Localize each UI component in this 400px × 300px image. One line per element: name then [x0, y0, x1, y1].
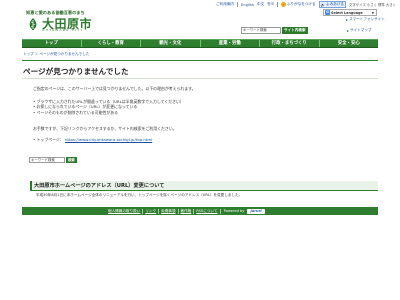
reason-list: • ブラウザに入力されたURLが間違っている（URLは半角英数字で入力してくださ… [33, 99, 184, 115]
font-large-button[interactable]: 大きく [386, 2, 396, 7]
footer-link-privacy[interactable]: 個人情報の取り扱い [106, 208, 144, 214]
footer-link-copyright[interactable]: 著作権 [179, 208, 195, 214]
furigana-icon [280, 2, 286, 7]
nav-item-government[interactable]: 行政・まちづくり [260, 40, 320, 47]
site-search: キーワード検索 サイト内検索 [241, 27, 308, 34]
guide-link[interactable]: ご利用案内 [216, 2, 234, 7]
chinese-link[interactable]: 中文 [257, 2, 264, 7]
footer-link-disclaimer[interactable]: 免責事項 [159, 208, 179, 214]
powered-by-label: Powered by [223, 209, 245, 213]
nav-item-tourism[interactable]: 観光・文化 [141, 40, 201, 47]
chevron-down-icon: ▼ [371, 10, 374, 15]
yomiage-button[interactable]: 🔊 よみあげる [318, 1, 347, 8]
divider [22, 60, 378, 61]
english-link[interactable]: English [241, 3, 254, 7]
smartphone-site-label: スマートフォンサイト [349, 17, 385, 21]
arrow-right-icon [347, 29, 349, 32]
site-search-button[interactable]: サイト内検索 [282, 27, 308, 34]
arrow-right-icon [346, 18, 348, 21]
divider [276, 2, 278, 7]
global-nav: トップ くらし・教育 観光・文化 産業・労働 行政・まちづくり 安全・安心 [22, 39, 378, 48]
top-page-link[interactable]: https://www.city.ohtawara.tochigi.jp/top… [65, 137, 152, 142]
footer-bar: 個人情報の取り扱い リンク 免責事項 著作権 RSSについて Powered b… [22, 207, 378, 215]
sitemap-label: サイトマップ [350, 28, 372, 32]
joruri-logo[interactable]: Joruri [247, 208, 265, 214]
yomiage-label: よみあげる [326, 2, 345, 6]
breadcrumb-home[interactable]: トップ [23, 52, 34, 57]
city-name-english: OHTAWARA CITY [42, 28, 84, 32]
nav-item-life[interactable]: くらし・教育 [82, 40, 141, 47]
city-logo-icon[interactable] [27, 17, 39, 31]
korean-link[interactable]: 한국 [267, 2, 274, 7]
page-title: ページが見つかりませんでした [23, 67, 129, 76]
language-select[interactable]: G Select Language ▼ [323, 9, 377, 16]
page-search: キーワード検索 検索 [29, 157, 77, 163]
footer-link-links[interactable]: リンク [143, 208, 160, 214]
font-small-button[interactable]: 小さく [367, 2, 377, 7]
breadcrumb-current: ページが見つかりませんでした [39, 52, 90, 56]
font-size-label: 文字サイズ [349, 3, 366, 7]
footer-links: 個人情報の取り扱い リンク 免責事項 著作権 RSSについて Powered b… [106, 208, 265, 214]
smartphone-site-link[interactable]: スマートフォンサイト [346, 17, 385, 22]
guidance-text: お手数ですが、下記リンクからアクセスするか、サイト内検索をご利用ください。 [33, 126, 177, 131]
breadcrumb: トップ ＞ ページが見つかりませんでした [23, 52, 89, 57]
footer-link-rss[interactable]: RSSについて [194, 208, 221, 214]
sitemap-link[interactable]: サイトマップ [347, 28, 372, 33]
font-standard-button[interactable]: 標準 [378, 2, 385, 7]
nav-item-safety[interactable]: 安全・安心 [320, 40, 379, 47]
notice-title: 大田原市ホームページのアドレス（URL）変更について [34, 183, 165, 189]
language-select-label: Select Language [331, 10, 363, 15]
furigana-button[interactable]: ふりがなをつける [280, 2, 316, 7]
nav-item-top[interactable]: トップ [22, 40, 82, 47]
speaker-icon: 🔊 [320, 2, 326, 7]
list-item: • ページそのものが削除されている可能性がある [33, 109, 119, 115]
page-search-button[interactable]: 検索 [66, 157, 77, 163]
notice-body: 平成30年8月1日に本ホームページ全体のリニューアルを行い、トップページを除くペ… [36, 193, 243, 197]
furigana-label: ふりがなをつける [286, 2, 316, 6]
divider [30, 190, 378, 191]
site-search-input[interactable]: キーワード検索 [241, 27, 281, 34]
intro-text: ご指定のページは、このサーバー上では見つかりませんでした。以下の理由が考えられま… [33, 86, 196, 91]
divider [237, 2, 239, 7]
font-size-controls: 文字サイズ 小さく 標準 大きく [349, 2, 396, 7]
nav-item-industry[interactable]: 産業・労働 [201, 40, 260, 47]
top-page-label: • トップページ： [33, 137, 64, 142]
page-search-input[interactable]: キーワード検索 [29, 157, 65, 163]
divider [22, 78, 378, 79]
google-translate-icon: G [325, 10, 330, 15]
breadcrumb-separator: ＞ [34, 52, 39, 56]
utility-bar: ご利用案内 English 中文 한국 ふりがなをつける 🔊 よみあげる 文字サ… [150, 1, 396, 8]
top-page-row: • トップページ： https://www.city.ohtawara.toch… [33, 137, 152, 143]
